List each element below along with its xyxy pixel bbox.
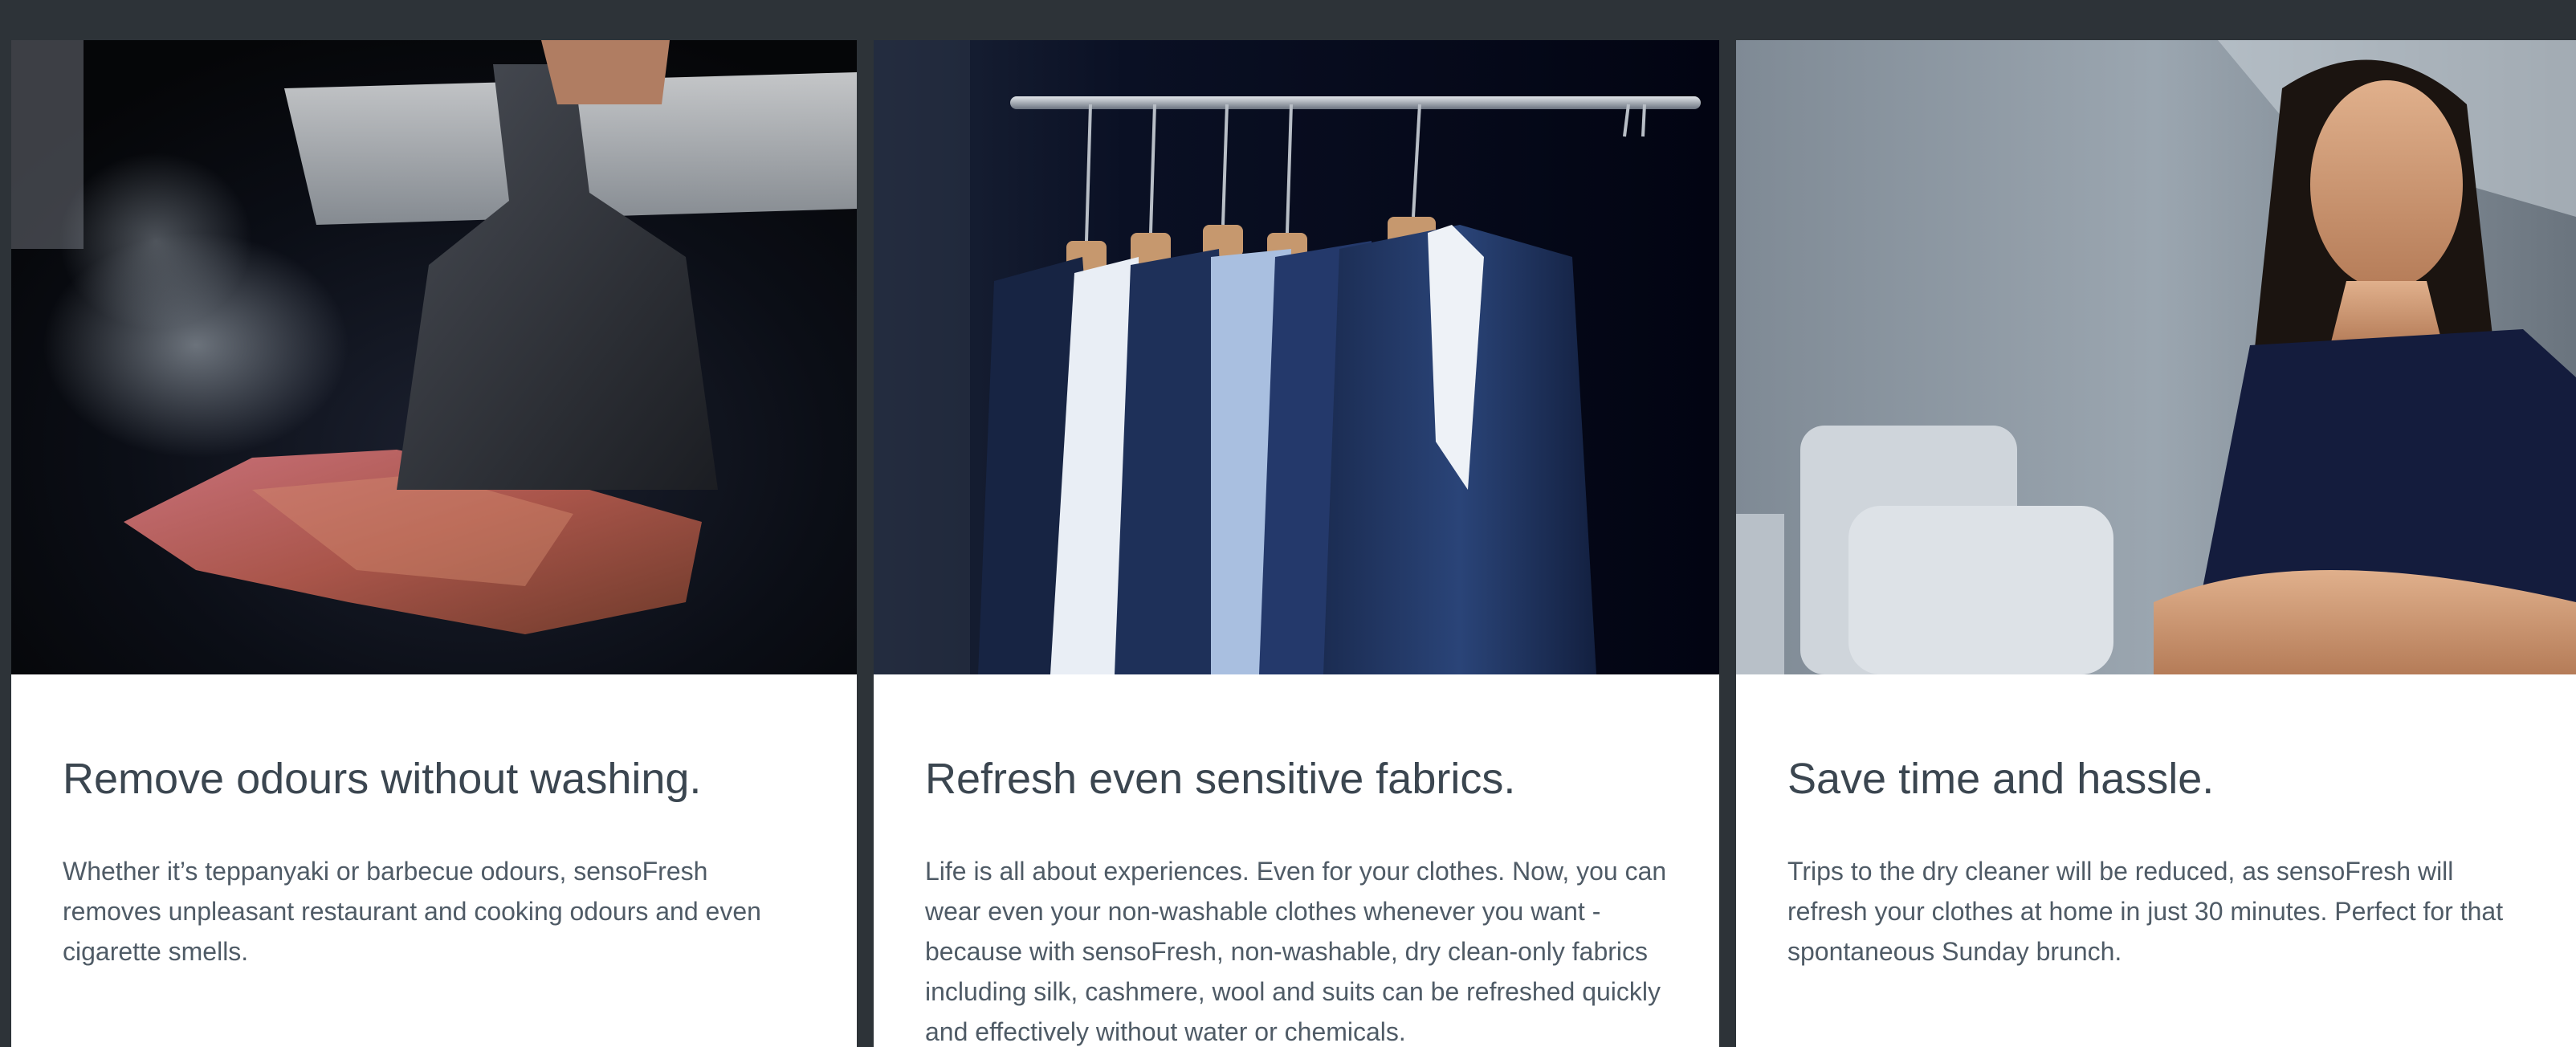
card-body: Remove odours without washing. Whether i…: [63, 674, 809, 1047]
card-title: Remove odours without washing.: [63, 755, 702, 803]
teppanyaki-grill-photo: [11, 40, 857, 674]
suits-illustration: [874, 40, 1719, 674]
card-body: Save time and hassle. Trips to the dry c…: [1787, 674, 2528, 1047]
card-title: Save time and hassle.: [1787, 755, 2215, 803]
hanging-suits-photo: [874, 40, 1719, 674]
feature-cards: Remove odours without washing. Whether i…: [11, 40, 2576, 1047]
feature-card-fabrics: Refresh even sensitive fabrics. Life is …: [874, 40, 1719, 1047]
feature-card-time: Save time and hassle. Trips to the dry c…: [1736, 40, 2576, 1047]
card-body: Refresh even sensitive fabrics. Life is …: [925, 674, 1671, 1047]
smiling-woman-photo: [1736, 40, 2576, 674]
woman-illustration: [1736, 40, 2576, 674]
grill-illustration: [11, 40, 857, 674]
card-description: Life is all about experiences. Even for …: [925, 857, 1667, 1046]
card-description: Whether it’s teppanyaki or barbecue odou…: [63, 857, 761, 966]
feature-card-odours: Remove odours without washing. Whether i…: [11, 40, 857, 1047]
card-description: Trips to the dry cleaner will be reduced…: [1787, 857, 2504, 966]
card-title: Refresh even sensitive fabrics.: [925, 755, 1516, 803]
